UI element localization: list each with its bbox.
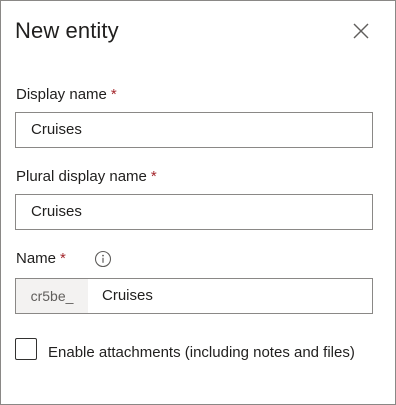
plural-display-name-label: Plural display name *	[16, 168, 157, 185]
plural-display-name-input[interactable]: Cruises	[15, 194, 373, 230]
panel-title: New entity	[15, 18, 119, 43]
display-name-label: Display name *	[16, 86, 117, 103]
enable-attachments-label[interactable]: Enable attachments (including notes and …	[48, 341, 368, 364]
required-marker: *	[60, 250, 66, 267]
plural-display-name-label-text: Plural display name	[16, 168, 147, 185]
display-name-input[interactable]: Cruises	[15, 112, 373, 148]
new-entity-panel: New entity Display name * Cruises Plural …	[0, 0, 396, 405]
name-prefix: cr5be_	[16, 279, 88, 313]
name-input[interactable]: cr5be_ Cruises	[15, 278, 373, 314]
close-icon[interactable]	[350, 20, 372, 42]
name-label: Name *	[16, 250, 66, 267]
display-name-label-text: Display name	[16, 86, 107, 103]
required-marker: *	[110, 86, 117, 103]
name-label-text: Name	[16, 250, 57, 267]
required-marker: *	[150, 168, 157, 185]
info-icon[interactable]	[94, 250, 112, 268]
enable-attachments-checkbox[interactable]	[15, 338, 37, 360]
plural-display-name-value: Cruises	[31, 203, 82, 220]
display-name-value: Cruises	[31, 121, 82, 138]
name-value: Cruises	[102, 287, 153, 304]
